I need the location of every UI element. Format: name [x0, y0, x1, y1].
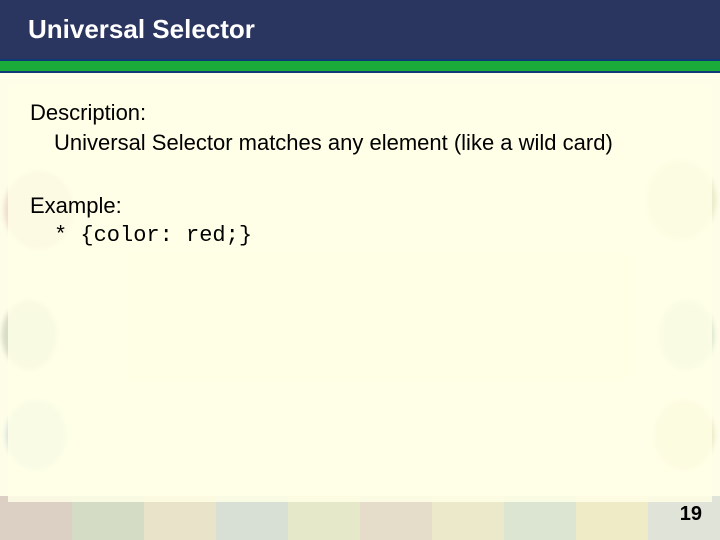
accent-bar [0, 59, 720, 73]
slide-title: Universal Selector [28, 14, 255, 44]
decorative-bottom-strip [0, 496, 720, 540]
description-text: Universal Selector matches any element (… [30, 129, 690, 157]
example-label: Example: [30, 192, 690, 220]
example-code: * {color: red;} [30, 222, 690, 250]
slide-body: Description: Universal Selector matches … [0, 73, 720, 249]
page-number: 19 [680, 503, 702, 526]
description-label: Description: [30, 99, 690, 127]
slide-title-bar: Universal Selector [0, 0, 720, 59]
